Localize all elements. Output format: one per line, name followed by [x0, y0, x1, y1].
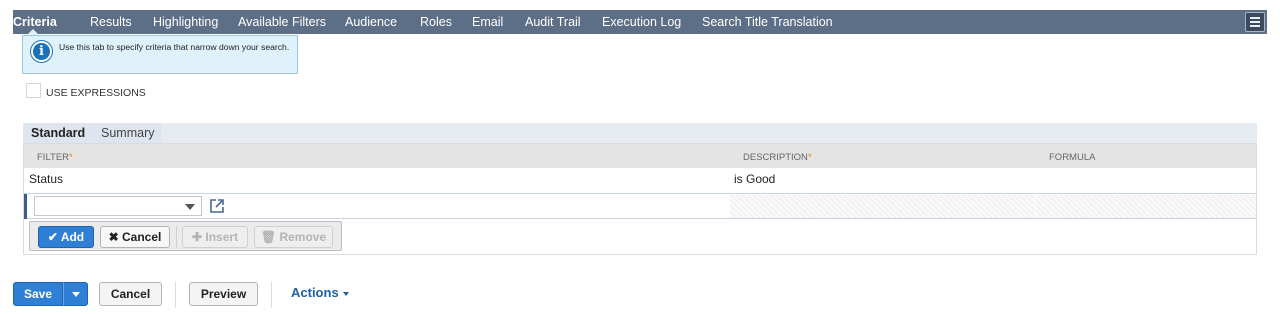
header-description: DESCRIPTION*: [743, 152, 812, 163]
footer-divider: [175, 282, 176, 308]
add-button[interactable]: ✔ Add: [38, 226, 94, 248]
info-tooltip: i Use this tab to specify criteria that …: [22, 35, 298, 74]
tab-execution-log-label: Execution Log: [602, 15, 682, 29]
chevron-down-icon: [185, 204, 195, 210]
open-new-window-icon[interactable]: [210, 199, 224, 213]
formula-cell-disabled: [1036, 195, 1256, 218]
grid-cancel-button[interactable]: ✖ Cancel: [100, 226, 170, 248]
tab-email-label: Email: [472, 15, 504, 29]
tab-highlighting-label: Highlighting: [153, 15, 219, 29]
remove-button[interactable]: 🗑 Remove: [254, 226, 333, 248]
insert-button[interactable]: ✚ Insert: [182, 226, 248, 248]
criteria-grid: FILTER* DESCRIPTION* FORMULA Status is G…: [23, 143, 1257, 255]
button-divider: [176, 226, 177, 248]
info-icon: i: [31, 41, 52, 62]
cancel-button[interactable]: Cancel: [99, 282, 162, 306]
grid-button-bar: ✔ Add ✖ Cancel ✚ Insert 🗑 Remove: [29, 221, 342, 251]
header-filter: FILTER*: [37, 152, 73, 163]
filter-select[interactable]: [34, 196, 202, 216]
cell-filter: Status: [29, 172, 64, 186]
subtab-summary[interactable]: Summary: [101, 126, 154, 140]
tab-results-label: Results: [90, 15, 132, 29]
edit-row-indicator: [24, 194, 27, 219]
top-tab-bar: Criteria Results Highlighting Available …: [13, 10, 1267, 35]
close-icon: ✖: [108, 230, 119, 244]
tab-email[interactable]: Email: [472, 10, 503, 34]
tab-criteria-label: Criteria: [13, 15, 57, 29]
description-cell-disabled: [730, 195, 1035, 218]
chevron-down-icon: [72, 292, 80, 297]
table-row[interactable]: Status is Good: [24, 168, 1256, 190]
subtab-standard[interactable]: Standard: [31, 126, 85, 140]
tab-audience[interactable]: Audience: [345, 10, 397, 34]
tooltip-text: Use this tab to specify criteria that na…: [59, 42, 290, 52]
save-button-group: Save: [13, 282, 88, 306]
tab-audit-trail[interactable]: Audit Trail: [525, 10, 581, 34]
trash-icon: 🗑: [260, 230, 277, 244]
footer-actions: Save Cancel Preview Actions: [0, 280, 1280, 310]
header-formula: FORMULA: [1049, 152, 1096, 163]
tab-available-filters[interactable]: Available Filters: [238, 10, 326, 34]
criteria-subtabs: Standard Summary: [23, 123, 1257, 143]
footer-divider: [271, 282, 272, 308]
use-expressions-checkbox[interactable]: [26, 83, 41, 98]
caret-down-icon: [342, 291, 349, 296]
tab-highlighting[interactable]: Highlighting: [153, 10, 218, 34]
tab-roles[interactable]: Roles: [420, 10, 452, 34]
tab-search-title-translation-label: Search Title Translation: [702, 15, 833, 29]
subtab-bar-rest: [161, 123, 1257, 143]
tab-audit-trail-label: Audit Trail: [525, 15, 581, 29]
tab-audience-label: Audience: [345, 15, 398, 29]
save-button[interactable]: Save: [13, 282, 63, 306]
tab-roles-label: Roles: [420, 15, 452, 29]
tab-results[interactable]: Results: [90, 10, 132, 34]
edit-row: [24, 193, 1256, 219]
plus-icon: ✚: [191, 230, 203, 244]
actions-menu[interactable]: Actions: [291, 285, 349, 300]
cell-description: is Good: [734, 172, 776, 186]
grid-header: FILTER* DESCRIPTION* FORMULA: [24, 144, 1256, 168]
save-dropdown-button[interactable]: [63, 282, 88, 306]
use-expressions-label: USE EXPRESSIONS: [46, 87, 146, 99]
tab-execution-log[interactable]: Execution Log: [602, 10, 681, 34]
preview-button[interactable]: Preview: [189, 282, 258, 306]
tab-search-title-translation[interactable]: Search Title Translation: [702, 10, 833, 34]
menu-icon[interactable]: [1245, 12, 1265, 32]
tab-available-filters-label: Available Filters: [238, 15, 327, 29]
check-icon: ✔: [47, 230, 58, 244]
